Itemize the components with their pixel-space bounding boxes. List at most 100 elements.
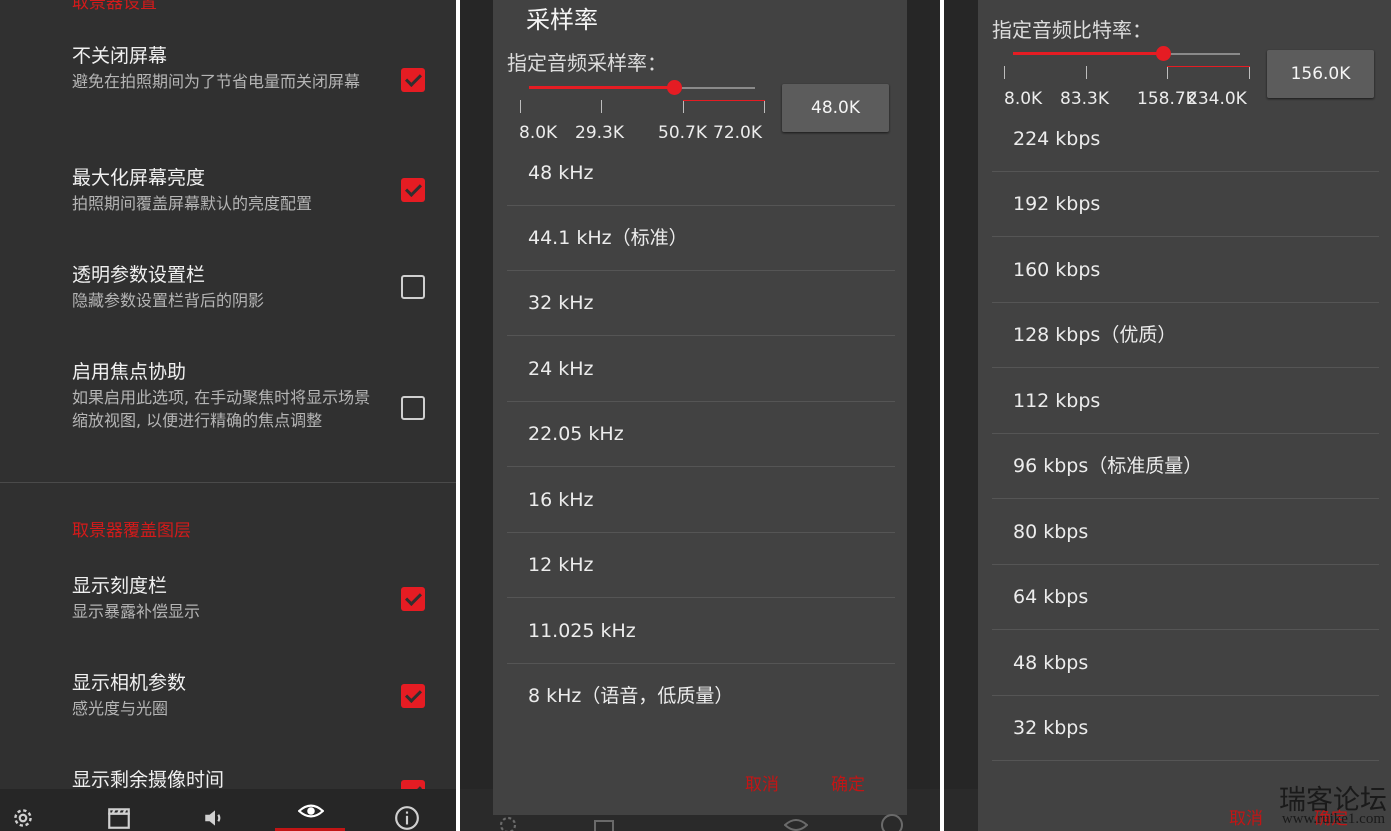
eye-icon[interactable] [297,798,325,824]
option-160kbps[interactable]: 160 kbps [992,238,1379,303]
tick-label: 72.0K [713,123,762,143]
setting-subtitle: 避免在拍照期间为了节省电量而关闭屏幕 [72,72,361,91]
range-marker [683,100,765,101]
range-marker [1167,66,1250,67]
option-label: 112 kbps [1013,390,1101,412]
setting-show-camera-params[interactable]: 显示相机参数 感光度与光圈 [72,671,392,720]
setting-keep-screen-on[interactable]: 不关闭屏幕 避免在拍照期间为了节省电量而关闭屏幕 [72,44,392,93]
setting-show-scale-bar[interactable]: 显示刻度栏 显示暴露补偿显示 [72,574,392,623]
setting-title: 显示相机参数 [72,672,187,694]
section-viewfinder-settings: 取景器设置 [72,0,157,13]
option-label: 128 kbps（优质） [1013,324,1177,346]
setting-max-brightness[interactable]: 最大化屏幕亮度 拍照期间覆盖屏幕默认的亮度配置 [72,166,392,215]
setting-subtitle: 隐藏参数设置栏背后的阴影 [72,291,265,310]
setting-subtitle: 显示暴露补偿显示 [72,602,201,621]
tick-label: 8.0K [1004,89,1043,109]
info-icon[interactable] [394,805,420,831]
option-label: 64 kbps [1013,586,1089,608]
show-camera-params-checkbox[interactable] [401,684,425,708]
option-44-1khz[interactable]: 44.1 kHz（标准） [507,206,895,271]
tick [520,100,521,113]
gear-icon[interactable] [10,805,36,831]
option-label: 22.05 kHz [528,423,624,445]
sample-rate-value-button[interactable]: 48.0K [782,84,889,132]
tick [1086,66,1087,79]
info-icon [880,813,904,831]
speaker-icon[interactable] [202,805,228,831]
option-48khz[interactable]: 48 kHz [507,141,895,206]
setting-subtitle: 拍照期间覆盖屏幕默认的亮度配置 [72,194,313,213]
tick-label: 83.3K [1060,89,1109,109]
bitrate-prompt: 指定音频比特率： [992,18,1152,42]
dialog-title: 采样率 [526,6,598,34]
option-label: 48 kbps [1013,652,1089,674]
keep-screen-on-checkbox[interactable] [401,68,425,92]
transparent-bar-checkbox[interactable] [401,275,425,299]
option-80kbps[interactable]: 80 kbps [992,500,1379,565]
watermark: 瑞客论坛 www.ruike1.com [1266,778,1391,831]
setting-subtitle: 感光度与光圈 [72,699,169,718]
bitrate-slider-thumb[interactable] [1156,46,1171,61]
cancel-button[interactable]: 取消 [1229,804,1263,829]
option-192kbps[interactable]: 192 kbps [992,172,1379,237]
option-label: 16 kHz [528,489,594,511]
bitrate-dialog: 指定音频比特率： 8.0K 83.3K 158.7K 234.0K 156.0K… [978,0,1391,831]
option-label: 32 kHz [528,292,594,314]
setting-transparent-bar[interactable]: 透明参数设置栏 隐藏参数设置栏背后的阴影 [72,263,392,312]
sample-rate-screen: 采样率 指定音频采样率： 8.0K 29.3K 50.7K 72.0K 48.0… [460,0,940,831]
show-scale-bar-checkbox[interactable] [401,587,425,611]
clapper-icon [592,813,616,831]
option-96kbps[interactable]: 96 kbps（标准质量） [992,434,1379,499]
option-16khz[interactable]: 16 kHz [507,468,895,533]
tick [764,100,765,113]
bitrate-screen: 指定音频比特率： 8.0K 83.3K 158.7K 234.0K 156.0K… [944,0,1391,831]
setting-subtitle: 如果启用此选项, 在手动聚焦时将显示场景缩放视图, 以便进行精确的焦点调整 [72,388,371,430]
eye-icon [783,813,809,831]
option-64kbps[interactable]: 64 kbps [992,565,1379,630]
option-label: 80 kbps [1013,521,1089,543]
option-label: 8 kHz（语音，低质量） [528,685,734,707]
gear-icon [496,813,520,831]
option-112kbps[interactable]: 112 kbps [992,369,1379,434]
camera-settings-panel: 取景器设置 不关闭屏幕 避免在拍照期间为了节省电量而关闭屏幕 最大化屏幕亮度 拍… [0,0,456,831]
slider-fill [529,86,674,89]
sample-rate-dialog: 采样率 指定音频采样率： 8.0K 29.3K 50.7K 72.0K 48.0… [493,0,907,815]
option-label: 32 kbps [1013,717,1089,739]
clapper-icon[interactable] [106,805,132,831]
tick [1167,66,1168,79]
watermark-url: www.ruike1.com [1281,811,1385,827]
option-11-025khz[interactable]: 11.025 kHz [507,599,895,664]
focus-assist-checkbox[interactable] [401,396,425,420]
setting-title: 不关闭屏幕 [72,45,168,67]
option-128kbps[interactable]: 128 kbps（优质） [992,303,1379,368]
max-brightness-checkbox[interactable] [401,178,425,202]
tick [1249,66,1250,79]
option-32kbps[interactable]: 32 kbps [992,696,1379,761]
setting-focus-assist[interactable]: 启用焦点协助 如果启用此选项, 在手动聚焦时将显示场景缩放视图, 以便进行精确的… [72,360,372,432]
option-label: 96 kbps（标准质量） [1013,455,1203,477]
option-label: 48 kHz [528,162,594,184]
slider-fill [1013,52,1163,55]
option-22-05khz[interactable]: 22.05 kHz [507,402,895,467]
option-24khz[interactable]: 24 kHz [507,337,895,402]
cancel-button[interactable]: 取消 [745,770,779,795]
option-224kbps[interactable]: 224 kbps [992,107,1379,172]
option-label: 44.1 kHz（标准） [528,227,688,249]
option-12khz[interactable]: 12 kHz [507,533,895,598]
setting-title: 启用焦点协助 [72,361,187,383]
sample-rate-prompt: 指定音频采样率： [507,51,667,75]
bottom-nav [0,789,456,831]
tick [1004,66,1005,79]
setting-title: 透明参数设置栏 [72,264,206,286]
option-32khz[interactable]: 32 kHz [507,271,895,336]
tick [601,100,602,113]
sample-rate-slider-thumb[interactable] [667,80,682,95]
option-label: 11.025 kHz [528,620,636,642]
option-label: 160 kbps [1013,259,1101,281]
option-48kbps[interactable]: 48 kbps [992,631,1379,696]
bitrate-value-button[interactable]: 156.0K [1267,50,1374,98]
option-label: 192 kbps [1013,193,1101,215]
option-8khz[interactable]: 8 kHz（语音，低质量） [507,664,895,729]
ok-button[interactable]: 确定 [831,770,865,795]
tick-label: 234.0K [1187,89,1247,109]
